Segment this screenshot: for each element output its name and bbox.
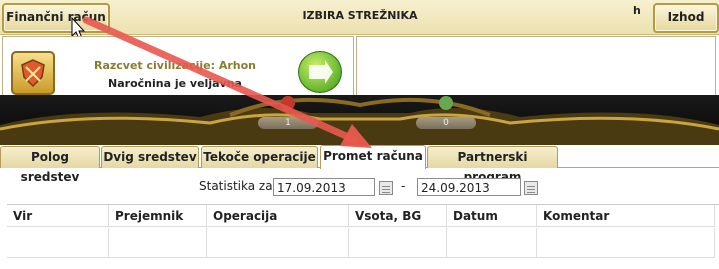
table-cell — [7, 228, 109, 258]
column-header-comment[interactable]: Komentar — [537, 205, 715, 227]
date-from-input[interactable]: 17.09.2013 — [273, 178, 375, 196]
h-indicator: h — [633, 4, 641, 17]
decorative-banner — [0, 95, 719, 145]
table-cell — [207, 228, 349, 258]
tab-withdraw[interactable]: Dvig sredstev — [101, 146, 199, 168]
exit-button[interactable]: Izhod — [653, 3, 719, 33]
tab-account-turnover[interactable]: Promet računa — [320, 145, 426, 169]
tab-current-operations[interactable]: Tekoče operacije — [201, 146, 318, 168]
date-to-input[interactable]: 24.09.2013 — [417, 178, 521, 196]
subscription-status: Naročnina je veljavna — [108, 77, 242, 90]
column-header-source[interactable]: Vir — [7, 205, 109, 227]
table-cell — [109, 228, 207, 258]
counter-right: 0 — [416, 117, 476, 129]
calendar-from-icon[interactable] — [379, 181, 393, 195]
column-header-amount[interactable]: Vsota, BG — [349, 205, 447, 227]
calendar-to-icon[interactable] — [524, 181, 538, 195]
column-header-date[interactable]: Datum — [447, 205, 537, 227]
civilization-status: Razcvet civilizacije: Arhon — [93, 59, 257, 72]
tab-deposit[interactable]: Polog sredstev — [0, 146, 100, 184]
statistics-label: Statistika za — [199, 179, 273, 193]
turnover-table: Vir Prejemnik Operacija Vsota, BG Datum … — [7, 204, 719, 269]
tab-partner-program[interactable]: Partnerski program — [427, 146, 558, 184]
column-header-recipient[interactable]: Prejemnik — [109, 205, 207, 227]
date-separator: - — [401, 179, 406, 193]
eagle-emblem-icon — [0, 96, 719, 145]
page-title: IZBIRA STREŽNIKA — [302, 9, 418, 22]
counter-left: 1 — [258, 117, 318, 129]
column-header-operation[interactable]: Operacija — [207, 205, 349, 227]
table-cell — [447, 228, 537, 258]
financial-account-button[interactable]: Finančni račun — [2, 3, 110, 33]
table-cell — [349, 228, 447, 258]
info-panel — [356, 36, 716, 96]
go-arrow-button[interactable] — [298, 51, 342, 93]
civilization-shield-icon — [11, 51, 55, 95]
table-cell — [537, 228, 715, 258]
